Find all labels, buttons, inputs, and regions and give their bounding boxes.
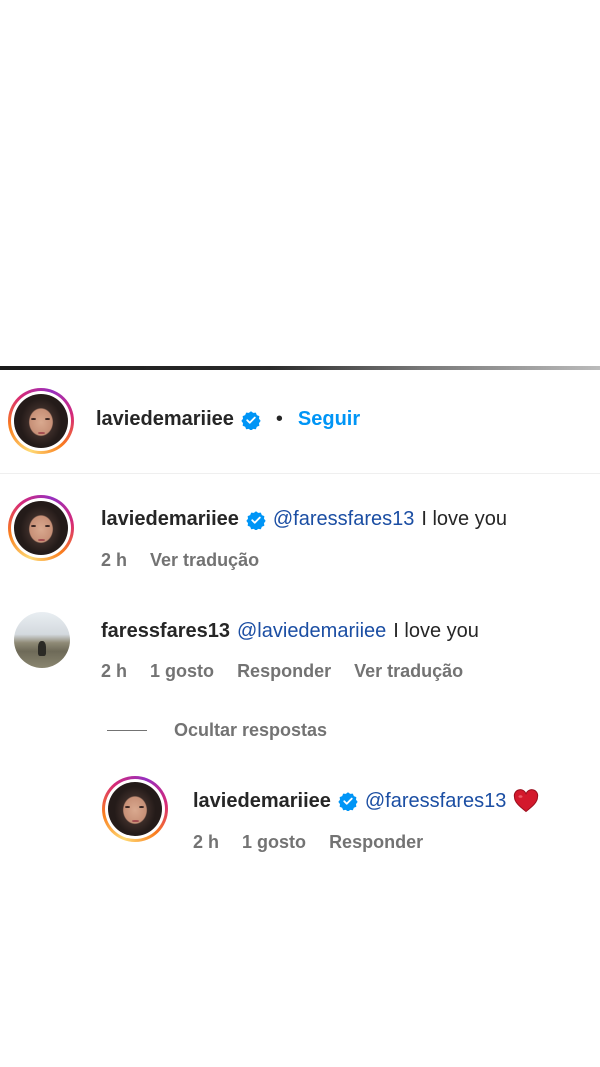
hide-replies-line bbox=[107, 730, 147, 731]
hide-replies-toggle[interactable]: Ocultar respostas bbox=[107, 720, 327, 741]
heart-icon bbox=[514, 789, 539, 813]
comment: laviedemariiee @faressfares13 I love you… bbox=[0, 490, 600, 580]
reply-comment: laviedemariiee @faressfares13 2 h 1 gost… bbox=[0, 770, 600, 870]
reply-button[interactable]: Responder bbox=[237, 661, 331, 681]
comment: faressfares13 @laviedemariiee I love you… bbox=[0, 600, 600, 690]
verified-badge-icon bbox=[338, 792, 358, 811]
avatar[interactable] bbox=[8, 388, 74, 454]
comment-text: I love you bbox=[421, 508, 507, 530]
comment-mention[interactable]: @faressfares13 bbox=[273, 508, 414, 531]
verified-badge-icon bbox=[241, 410, 261, 430]
reply-mention[interactable]: @faressfares13 bbox=[365, 790, 506, 813]
comment-username[interactable]: laviedemariiee bbox=[101, 508, 239, 531]
like-count[interactable]: 1 gosto bbox=[242, 832, 306, 852]
hide-replies-label[interactable]: Ocultar respostas bbox=[174, 720, 327, 741]
translate-link[interactable]: Ver tradução bbox=[354, 661, 463, 681]
comment-text: I love you bbox=[393, 620, 479, 642]
like-count[interactable]: 1 gosto bbox=[150, 661, 214, 681]
follow-button[interactable]: Seguir bbox=[298, 408, 360, 431]
reply-time: 2 h bbox=[193, 832, 220, 852]
post-header: laviedemariiee • Seguir bbox=[0, 370, 600, 474]
avatar[interactable] bbox=[102, 776, 168, 842]
translate-link[interactable]: Ver tradução bbox=[150, 550, 259, 570]
verified-badge-icon bbox=[246, 510, 266, 530]
comment-time: 2 h bbox=[101, 661, 128, 681]
comment-username[interactable]: faressfares13 bbox=[101, 620, 230, 643]
avatar[interactable] bbox=[8, 495, 74, 561]
reply-button[interactable]: Responder bbox=[329, 832, 423, 852]
avatar[interactable] bbox=[14, 612, 70, 668]
comment-mention[interactable]: @laviedemariiee bbox=[237, 620, 386, 643]
reply-username[interactable]: laviedemariiee bbox=[193, 790, 331, 813]
separator-dot: • bbox=[275, 408, 283, 430]
comment-time: 2 h bbox=[101, 550, 128, 570]
header-username[interactable]: laviedemariiee bbox=[96, 408, 234, 431]
